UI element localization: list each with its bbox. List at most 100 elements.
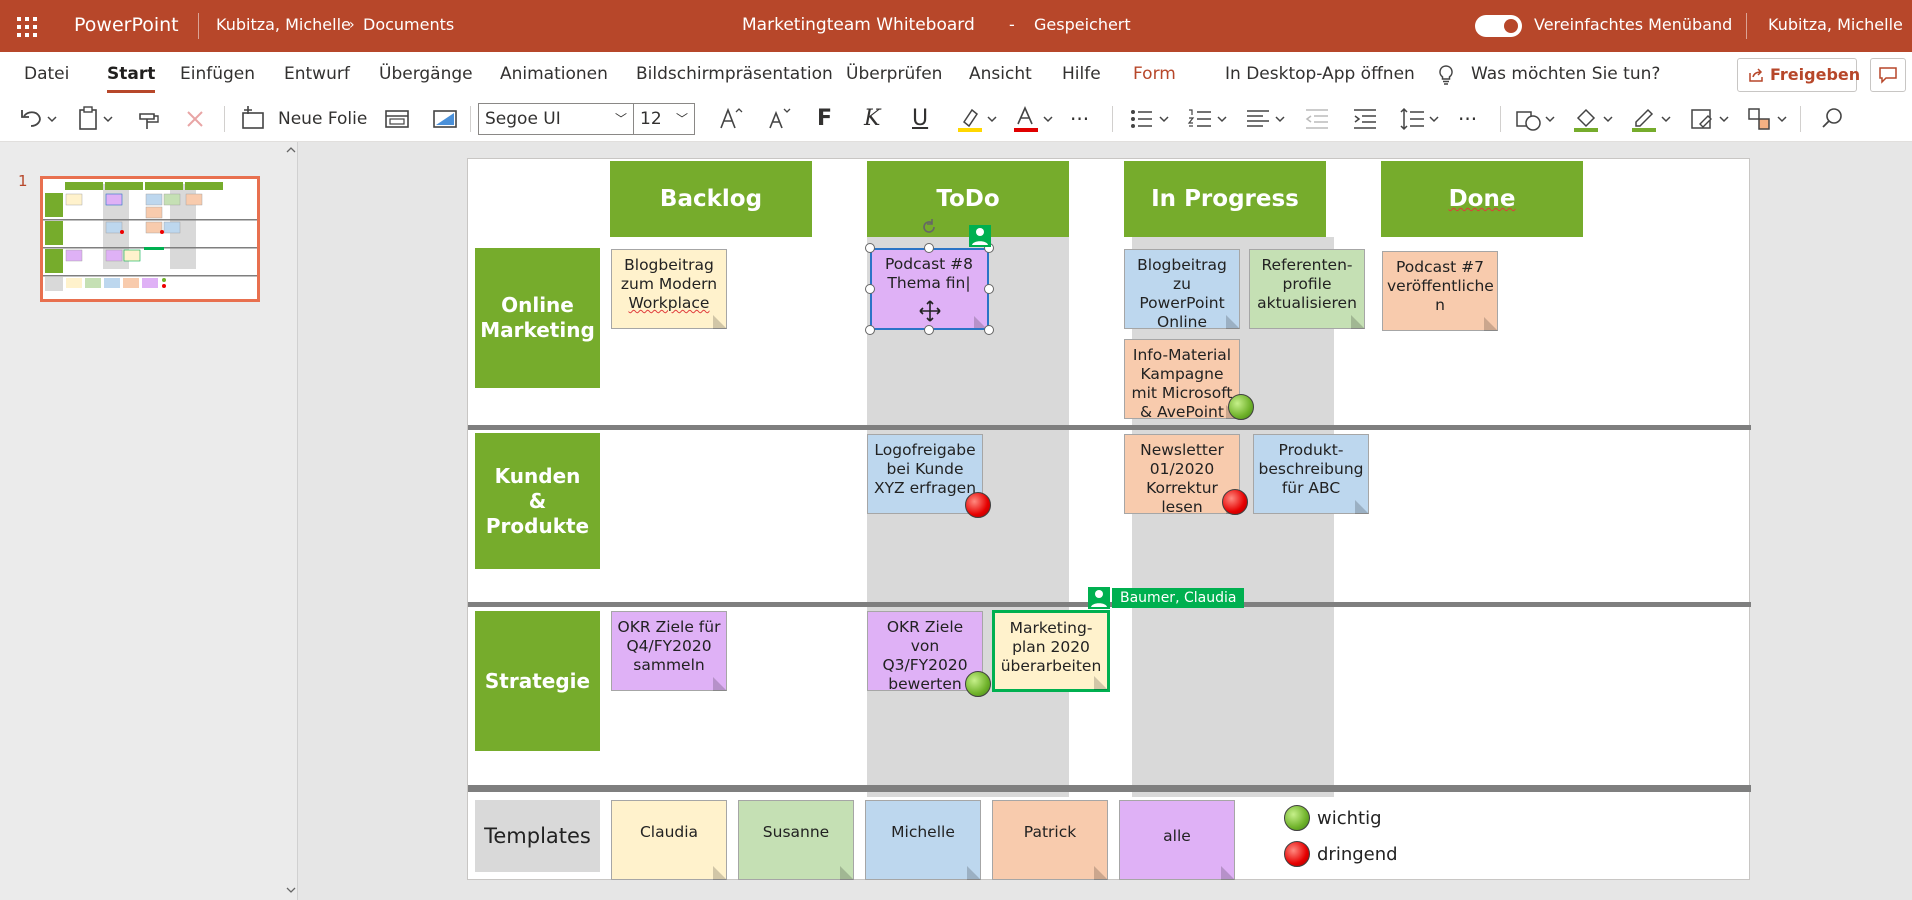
- tab-animationen[interactable]: Animationen: [500, 52, 608, 96]
- tab-form[interactable]: Form: [1133, 52, 1176, 96]
- app-name[interactable]: PowerPoint: [74, 0, 179, 52]
- tell-me-search[interactable]: Was möchten Sie tun?: [1471, 52, 1660, 96]
- sticky-note[interactable]: Blogbeitrag zum Modern Workplace: [611, 249, 727, 329]
- rotate-handle-icon[interactable]: [919, 217, 939, 237]
- decrease-indent-icon[interactable]: [1302, 104, 1332, 134]
- shape-effects-icon[interactable]: [1688, 104, 1732, 134]
- undo-icon[interactable]: [18, 104, 60, 134]
- shape-outline-icon[interactable]: [1630, 104, 1674, 134]
- breadcrumb-user[interactable]: Kubitza, Michelle: [216, 0, 351, 52]
- numbering-icon[interactable]: [1186, 104, 1230, 134]
- column-header-done-label: Done: [1448, 186, 1516, 212]
- arrange-icon[interactable]: [1746, 104, 1790, 134]
- divider: [1746, 13, 1747, 39]
- tab-start[interactable]: Start: [107, 52, 156, 96]
- sticky-note[interactable]: Produkt-beschreibung für ABC: [1253, 434, 1369, 514]
- urgent-marker[interactable]: [1222, 489, 1248, 515]
- template-note-susanne[interactable]: Susanne: [738, 800, 854, 880]
- new-slide-button[interactable]: Neue Folie: [278, 104, 367, 134]
- increase-indent-icon[interactable]: [1350, 104, 1380, 134]
- shapes-icon[interactable]: [1514, 104, 1558, 134]
- tab-hilfe[interactable]: Hilfe: [1062, 52, 1101, 96]
- sticky-note[interactable]: OKR Ziele für Q4/FY2020 sammeln: [611, 611, 727, 691]
- italic-button[interactable]: K: [864, 104, 880, 134]
- app-launcher-icon[interactable]: [17, 17, 37, 37]
- design-icon[interactable]: [430, 104, 460, 134]
- line-spacing-icon[interactable]: [1398, 104, 1442, 134]
- resize-handle[interactable]: [865, 284, 875, 294]
- sticky-note-being-edited[interactable]: Marketing-plan 2020 überarbeiten: [992, 610, 1110, 692]
- search-icon[interactable]: [1818, 104, 1848, 134]
- sticky-note[interactable]: Referenten-profile aktualisieren: [1249, 249, 1365, 329]
- paste-icon[interactable]: [76, 104, 118, 134]
- column-header-in-progress: In Progress: [1124, 161, 1326, 237]
- sticky-note[interactable]: Podcast #7 veröffentliche n: [1382, 251, 1498, 331]
- sticky-note-text: Blogbeitrag zum Modern: [620, 256, 718, 293]
- bold-button[interactable]: F: [817, 104, 832, 134]
- more-font-options[interactable]: ···: [1070, 104, 1089, 134]
- grow-font-icon[interactable]: [716, 104, 746, 134]
- lightbulb-icon: [1437, 52, 1455, 96]
- tab-einfuegen[interactable]: Einfügen: [180, 52, 255, 96]
- row-label-templates: Templates: [475, 800, 600, 872]
- resize-handle[interactable]: [924, 325, 934, 335]
- tab-ansicht[interactable]: Ansicht: [969, 52, 1032, 96]
- row-label-produkte: Produkte: [485, 513, 590, 538]
- bullets-icon[interactable]: [1128, 104, 1172, 134]
- slide-canvas[interactable]: Backlog ToDo In Progress Done Online Mar…: [467, 158, 1751, 880]
- share-button[interactable]: Freigeben: [1737, 58, 1860, 92]
- panel-scrollbar[interactable]: [285, 142, 298, 900]
- shrink-font-icon[interactable]: [764, 104, 794, 134]
- comments-button[interactable]: [1870, 58, 1906, 92]
- tab-datei[interactable]: Datei: [24, 52, 69, 96]
- sticky-note-text: Blogbeitrag zu PowerPoint Online: [1137, 256, 1227, 331]
- underline-button[interactable]: U: [912, 104, 928, 134]
- align-icon[interactable]: [1244, 104, 1288, 134]
- slide-thumbnail[interactable]: [40, 176, 260, 302]
- font-family-select[interactable]: Segoe UI ﹀: [478, 103, 634, 135]
- column-header-backlog: Backlog: [610, 161, 812, 237]
- new-slide-icon[interactable]: [240, 104, 268, 134]
- selection-frame: [870, 248, 989, 330]
- resize-handle[interactable]: [984, 325, 994, 335]
- font-size-value: 12: [640, 109, 662, 129]
- template-note-michelle[interactable]: Michelle: [865, 800, 981, 880]
- important-marker[interactable]: [965, 671, 991, 697]
- resize-handle[interactable]: [924, 243, 934, 253]
- tab-bildschirmpraesentation[interactable]: Bildschirmpräsentation: [636, 52, 833, 96]
- font-color-icon[interactable]: [1012, 104, 1056, 134]
- highlight-color-icon[interactable]: [956, 104, 1000, 134]
- template-note-claudia[interactable]: Claudia: [611, 800, 727, 880]
- sticky-note-text: Podcast #7 veröffentliche n: [1387, 258, 1494, 314]
- resize-handle[interactable]: [865, 325, 875, 335]
- tab-ueberpruefen[interactable]: Überprüfen: [846, 52, 942, 96]
- breadcrumb-folder[interactable]: Documents: [363, 0, 454, 52]
- sticky-note[interactable]: Blogbeitrag zu PowerPoint Online: [1124, 249, 1240, 331]
- important-marker[interactable]: [1228, 394, 1254, 420]
- account-name[interactable]: Kubitza, Michelle: [1768, 0, 1903, 52]
- sticky-note-text: Referenten-profile aktualisieren: [1257, 256, 1357, 312]
- open-desktop-app[interactable]: In Desktop-App öffnen: [1225, 52, 1415, 96]
- tab-entwurf[interactable]: Entwurf: [284, 52, 350, 96]
- shape-fill-icon[interactable]: [1572, 104, 1616, 134]
- user-presence-icon: [1088, 587, 1110, 609]
- resize-handle[interactable]: [984, 284, 994, 294]
- chevron-down-icon: ﹀: [614, 112, 627, 126]
- tab-uebergaenge[interactable]: Übergänge: [379, 52, 473, 96]
- delete-icon[interactable]: [180, 104, 210, 134]
- sticky-note-text: Logofreigabe bei Kunde XYZ erfragen: [873, 441, 977, 497]
- font-size-select[interactable]: 12 ﹀: [633, 103, 695, 135]
- legend-urgent: dringend: [1317, 844, 1398, 865]
- urgent-marker[interactable]: [965, 492, 991, 518]
- simplified-ribbon-toggle[interactable]: [1475, 15, 1522, 37]
- template-note-alle[interactable]: alle: [1119, 800, 1235, 880]
- format-painter-icon[interactable]: [134, 104, 164, 134]
- template-note-patrick[interactable]: Patrick: [992, 800, 1108, 880]
- sticky-note[interactable]: Info-Material Kampagne mit Microsoft & A…: [1124, 339, 1240, 421]
- important-marker-legend[interactable]: [1284, 805, 1310, 831]
- document-title[interactable]: Marketingteam Whiteboard: [742, 0, 975, 52]
- resize-handle[interactable]: [865, 243, 875, 253]
- urgent-marker-legend[interactable]: [1284, 841, 1310, 867]
- layout-icon[interactable]: [382, 104, 412, 134]
- more-paragraph-options[interactable]: ···: [1458, 104, 1477, 134]
